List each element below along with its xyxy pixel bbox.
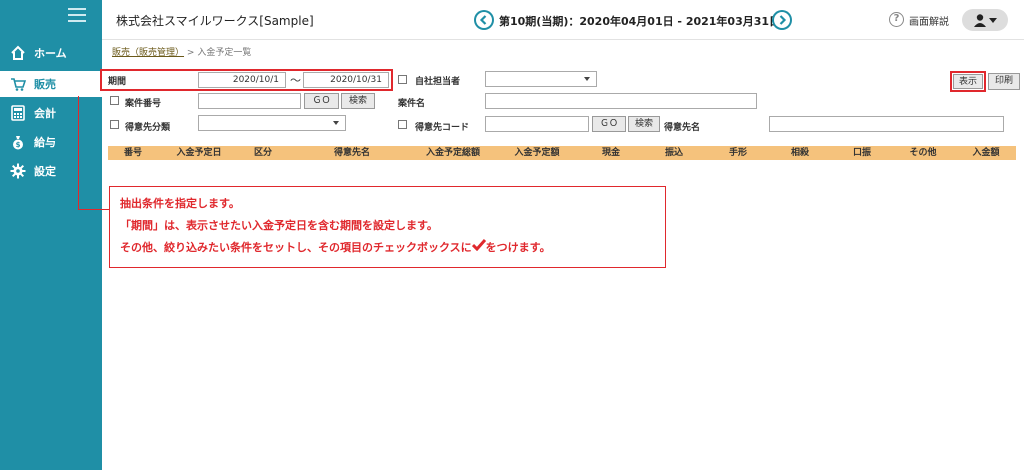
chevron-down-icon [584, 77, 590, 81]
case-no-input[interactable] [198, 93, 301, 109]
case-no-search-button[interactable]: 検索 [341, 93, 375, 109]
fiscal-period: 第10期(当期)：2020年04月01日 - 2021年03月31日 [499, 15, 781, 28]
screen-help-link[interactable]: 画面解説 [909, 13, 949, 28]
help-icon[interactable]: ? [889, 12, 904, 27]
column-header[interactable]: その他 [909, 146, 936, 160]
previous-period-button[interactable] [474, 10, 494, 30]
callout-line-3-text: その他、絞り込みたい条件をセットし、その項目のチェックボックスに [120, 241, 472, 254]
period-label: 期間 [108, 77, 127, 87]
sidebar-item-label: 販売 [34, 78, 56, 91]
check-mark-icon [471, 237, 486, 259]
print-button[interactable]: 印刷 [988, 73, 1020, 90]
staff-checkbox[interactable] [398, 75, 407, 84]
case-name-input[interactable] [485, 93, 757, 109]
sidebar-item-label: 設定 [34, 165, 56, 178]
menu-toggle-icon[interactable] [68, 8, 86, 22]
callout-bracket [78, 96, 109, 210]
home-icon [8, 43, 28, 63]
sidebar-item-sales[interactable]: 販売 [0, 71, 102, 97]
next-period-button[interactable] [772, 10, 792, 30]
chevron-right-icon [774, 12, 790, 28]
sidebar-item-home[interactable]: ホーム [0, 40, 102, 66]
staff-label: 自社担当者 [415, 77, 461, 87]
svg-text:$: $ [16, 141, 21, 149]
client-code-go-button[interactable]: ＧＯ [592, 116, 626, 132]
client-class-label: 得意先分類 [125, 123, 171, 133]
column-header[interactable]: 入金予定総額 [426, 146, 480, 160]
company-name: 株式会社スマイルワークス[Sample] [116, 14, 314, 28]
callout-line-3: その他、絞り込みたい条件をセットし、その項目のチェックボックスに をつけます。 [120, 237, 655, 259]
client-name-label: 得意先名 [664, 123, 701, 133]
staff-select[interactable] [485, 71, 597, 87]
column-header[interactable]: 入金予定日 [176, 146, 221, 160]
case-no-label: 案件番号 [125, 99, 162, 109]
client-class-checkbox[interactable] [110, 120, 119, 129]
gear-icon [8, 161, 28, 181]
user-menu-button[interactable] [962, 9, 1008, 31]
chevron-left-icon [476, 12, 492, 28]
column-header[interactable]: 得意先名 [334, 146, 370, 160]
client-code-search-button[interactable]: 検索 [628, 116, 660, 132]
column-header[interactable]: 口振 [853, 146, 871, 160]
period-from-input[interactable]: 2020/10/1 [198, 72, 286, 88]
column-header[interactable]: 番号 [124, 146, 142, 160]
period-to-input[interactable]: 2020/10/31 [303, 72, 389, 88]
sidebar: ホーム 販売 会計 $ 給与 設定 [0, 0, 102, 470]
instruction-callout: 抽出条件を指定します。 「期間」は、表示させたい入金予定日を含む期間を設定します… [109, 186, 666, 268]
cart-icon [8, 74, 28, 94]
client-code-label: 得意先コード [415, 123, 470, 133]
column-header[interactable]: 現金 [602, 146, 620, 160]
callout-line-2: 「期間」は、表示させたい入金予定日を含む期間を設定します。 [120, 219, 438, 232]
callout-line-3-tail: をつけます。 [485, 241, 551, 254]
client-code-checkbox[interactable] [398, 120, 407, 129]
column-header[interactable]: 入金額 [972, 146, 999, 160]
money-bag-icon: $ [8, 132, 28, 152]
column-header[interactable]: 手形 [729, 146, 747, 160]
case-name-label: 案件名 [398, 99, 426, 109]
column-header[interactable]: 区分 [254, 146, 272, 160]
show-button[interactable]: 表示 [953, 74, 983, 89]
table-header: 番号 入金予定日 区分 得意先名 入金予定総額 入金予定額 現金 振込 手形 相… [108, 146, 1016, 160]
case-no-checkbox[interactable] [110, 96, 119, 105]
caret-down-icon [989, 18, 997, 23]
breadcrumb: 販売（販売管理） > 入金予定一覧 [112, 45, 251, 58]
column-header[interactable]: 入金予定額 [514, 146, 559, 160]
breadcrumb-separator: > [186, 48, 195, 58]
breadcrumb-parent-link[interactable]: 販売（販売管理） [112, 48, 184, 58]
client-code-input[interactable] [485, 116, 589, 132]
column-header[interactable]: 相殺 [791, 146, 809, 160]
sidebar-item-label: 会計 [34, 107, 56, 120]
user-icon [974, 14, 986, 27]
period-tilde: ～ [290, 74, 301, 87]
column-header[interactable]: 振込 [665, 146, 683, 160]
sidebar-item-label: 給与 [34, 136, 56, 149]
client-name-input[interactable] [769, 116, 1004, 132]
callout-line-1: 抽出条件を指定します。 [120, 197, 240, 210]
client-class-select[interactable] [198, 115, 346, 131]
calculator-icon [8, 103, 28, 123]
header: 株式会社スマイルワークス[Sample] 第10期(当期)：2020年04月01… [102, 0, 1024, 40]
case-no-go-button[interactable]: ＧＯ [304, 93, 339, 109]
chevron-down-icon [333, 121, 339, 125]
sidebar-item-label: ホーム [34, 47, 67, 60]
breadcrumb-current: 入金予定一覧 [197, 48, 252, 58]
